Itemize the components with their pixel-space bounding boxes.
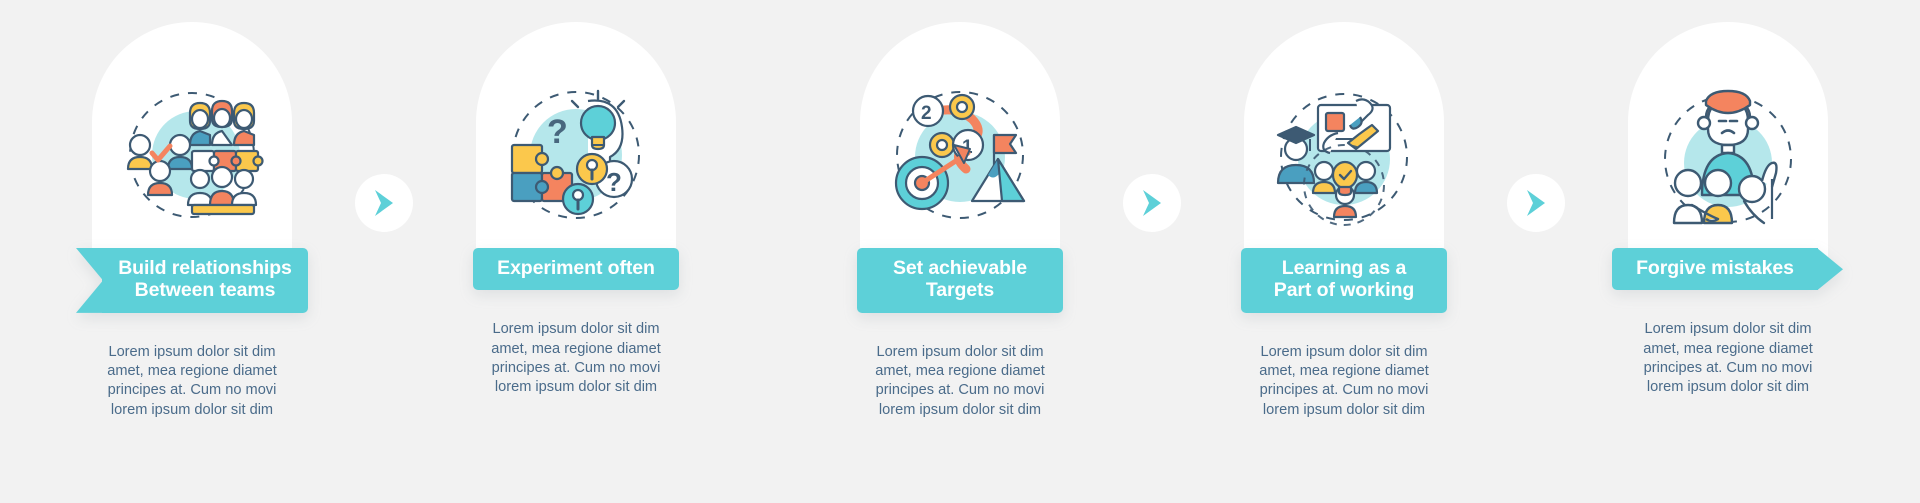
step-learning-as-part-of-working[interactable]: Learning as a Part of working Lorem ipsu…: [1123, 0, 1536, 503]
svg-text:2: 2: [921, 103, 932, 124]
step-banner-5[interactable]: Forgive mistakes: [1612, 248, 1818, 291]
step-label-line1: Learning as a: [1281, 257, 1407, 279]
banner-wrap-1: Build relationships Between teams: [0, 248, 384, 313]
step-card-1: [92, 22, 292, 270]
step-label-line1: Build relationships: [118, 257, 292, 279]
chevron-right-icon: [1143, 190, 1161, 216]
banner-wrap-5: Forgive mistakes: [1536, 248, 1920, 291]
step-banner-1[interactable]: Build relationships Between teams: [102, 248, 308, 313]
step-set-achievable-targets[interactable]: 2 1: [768, 0, 1152, 503]
step-body-1: Lorem ipsum dolor sit dim amet, mea regi…: [107, 343, 277, 418]
infographic-board: Build relationships Between teams Lorem …: [0, 0, 1920, 503]
step-banner-2[interactable]: Experiment often: [473, 248, 679, 291]
connector-3-4: [1123, 174, 1181, 232]
connector-4-5: [1507, 174, 1565, 232]
step-label-line1: Set achievable: [892, 257, 1028, 279]
target-mountain-flag-icon: 2 1: [894, 91, 1026, 219]
step-body-4: Lorem ipsum dolor sit dim amet, mea regi…: [1259, 343, 1429, 418]
step-banner-3[interactable]: Set achievable Targets: [857, 248, 1063, 313]
svg-text:?: ?: [606, 167, 622, 197]
step-body-3: Lorem ipsum dolor sit dim amet, mea regi…: [875, 343, 1045, 418]
chevron-right-icon: [1527, 190, 1545, 216]
step-label-line2: Targets: [925, 279, 995, 302]
step-label-line2: Part of working: [1273, 279, 1415, 302]
banner-wrap-2: Experiment often: [384, 248, 768, 291]
step-forgive-mistakes[interactable]: Forgive mistakes Lorem ipsum dolor sit d…: [1507, 0, 1920, 503]
sad-person-support-icon: [1664, 89, 1792, 225]
connector-1-2: [355, 174, 413, 232]
step-card-5: [1628, 22, 1828, 270]
svg-text:?: ?: [547, 113, 568, 151]
step-card-3: 2 1: [860, 22, 1060, 270]
team-collaboration-icon: [126, 92, 264, 218]
step-body-5: Lorem ipsum dolor sit dim amet, mea regi…: [1643, 321, 1813, 396]
graduate-learning-icon: [1276, 93, 1408, 226]
step-card-4: [1244, 22, 1444, 270]
step-banner-4[interactable]: Learning as a Part of working: [1241, 248, 1447, 313]
chevron-right-icon: [375, 190, 393, 216]
puzzle-lightbulb-icon: ? ?: [510, 89, 640, 219]
step-card-2: ? ?: [476, 22, 676, 270]
banner-wrap-3: Set achievable Targets: [768, 248, 1152, 313]
step-body-2: Lorem ipsum dolor sit dim amet, mea regi…: [491, 321, 661, 396]
steps-container: Build relationships Between teams Lorem …: [0, 0, 1920, 503]
step-experiment-often[interactable]: ? ? Experiment often Lorem ipsum dolor s…: [355, 0, 768, 503]
banner-wrap-4: Learning as a Part of working: [1152, 248, 1536, 313]
step-label-line2: Between teams: [134, 279, 276, 302]
step-build-relationships[interactable]: Build relationships Between teams Lorem …: [0, 0, 384, 503]
